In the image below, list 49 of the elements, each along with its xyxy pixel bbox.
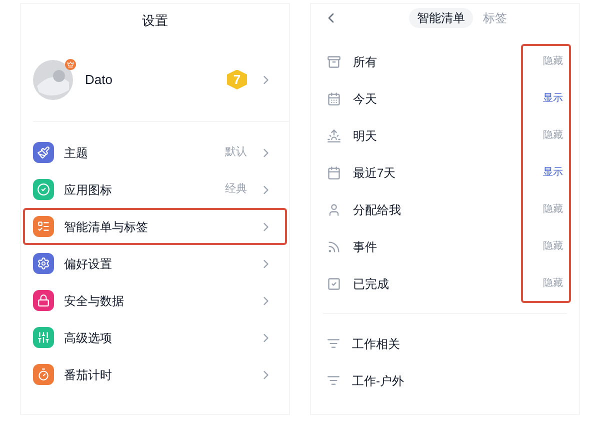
item-label: 应用图标 (64, 182, 113, 198)
timer-icon (33, 364, 54, 385)
checkbox-icon (327, 276, 341, 290)
settings-item[interactable]: 番茄计时 (21, 356, 289, 393)
settings-item[interactable]: 偏好设置 (21, 245, 289, 282)
visibility-toggle[interactable]: 显示 (543, 91, 563, 106)
list-label: 已完成 (353, 276, 390, 292)
profile-row[interactable]: Dato 7 (33, 38, 289, 122)
item-label: 主题 (64, 144, 89, 162)
list-label: 事件 (353, 238, 378, 256)
lock-icon (33, 290, 54, 311)
item-value: 默认 (225, 145, 247, 160)
item-label: 偏好设置 (64, 256, 113, 272)
calendar-icon (327, 166, 341, 180)
item-value: 经典 (225, 182, 247, 198)
paintbrush-icon (33, 142, 54, 163)
tray-icon (327, 54, 341, 68)
tag-filter-icon (327, 337, 340, 350)
crown-icon (65, 58, 76, 70)
calendar-icon (327, 92, 341, 106)
level-badge: 7 (227, 70, 247, 90)
sunrise-icon (327, 128, 341, 142)
settings-item[interactable]: 主题 默认 (21, 134, 289, 171)
list-label: 今天 (353, 90, 378, 108)
list-icon (33, 216, 54, 237)
list-label: 最近7天 (353, 164, 397, 182)
settings-item[interactable]: 智能清单与标签 (23, 208, 287, 245)
page-title: 设置 (141, 12, 169, 30)
tag-label: 工作-户外 (352, 372, 404, 390)
item-label: 番茄计时 (64, 366, 113, 384)
item-label: 高级选项 (64, 330, 113, 346)
item-label: 安全与数据 (64, 292, 125, 310)
visibility-toggle[interactable]: 显示 (543, 165, 563, 180)
settings-item[interactable]: 高级选项 (21, 319, 289, 356)
user-name: Dato (85, 70, 114, 89)
list-label: 明天 (353, 128, 378, 144)
feed-icon (327, 240, 341, 254)
list-label: 分配给我 (353, 202, 402, 218)
item-label: 智能清单与标签 (64, 218, 149, 236)
tag-filter-icon (327, 374, 340, 387)
sliders-icon (33, 327, 54, 348)
avatar (33, 60, 73, 100)
tag-label: 工作相关 (352, 336, 400, 352)
tab[interactable]: 智能清单 (409, 8, 473, 28)
list-label: 所有 (353, 54, 378, 70)
settings-item[interactable]: 应用图标 经典 (21, 171, 289, 208)
settings-item[interactable]: 安全与数据 (21, 282, 289, 319)
settings-icon (33, 253, 54, 274)
person-icon (327, 202, 341, 216)
